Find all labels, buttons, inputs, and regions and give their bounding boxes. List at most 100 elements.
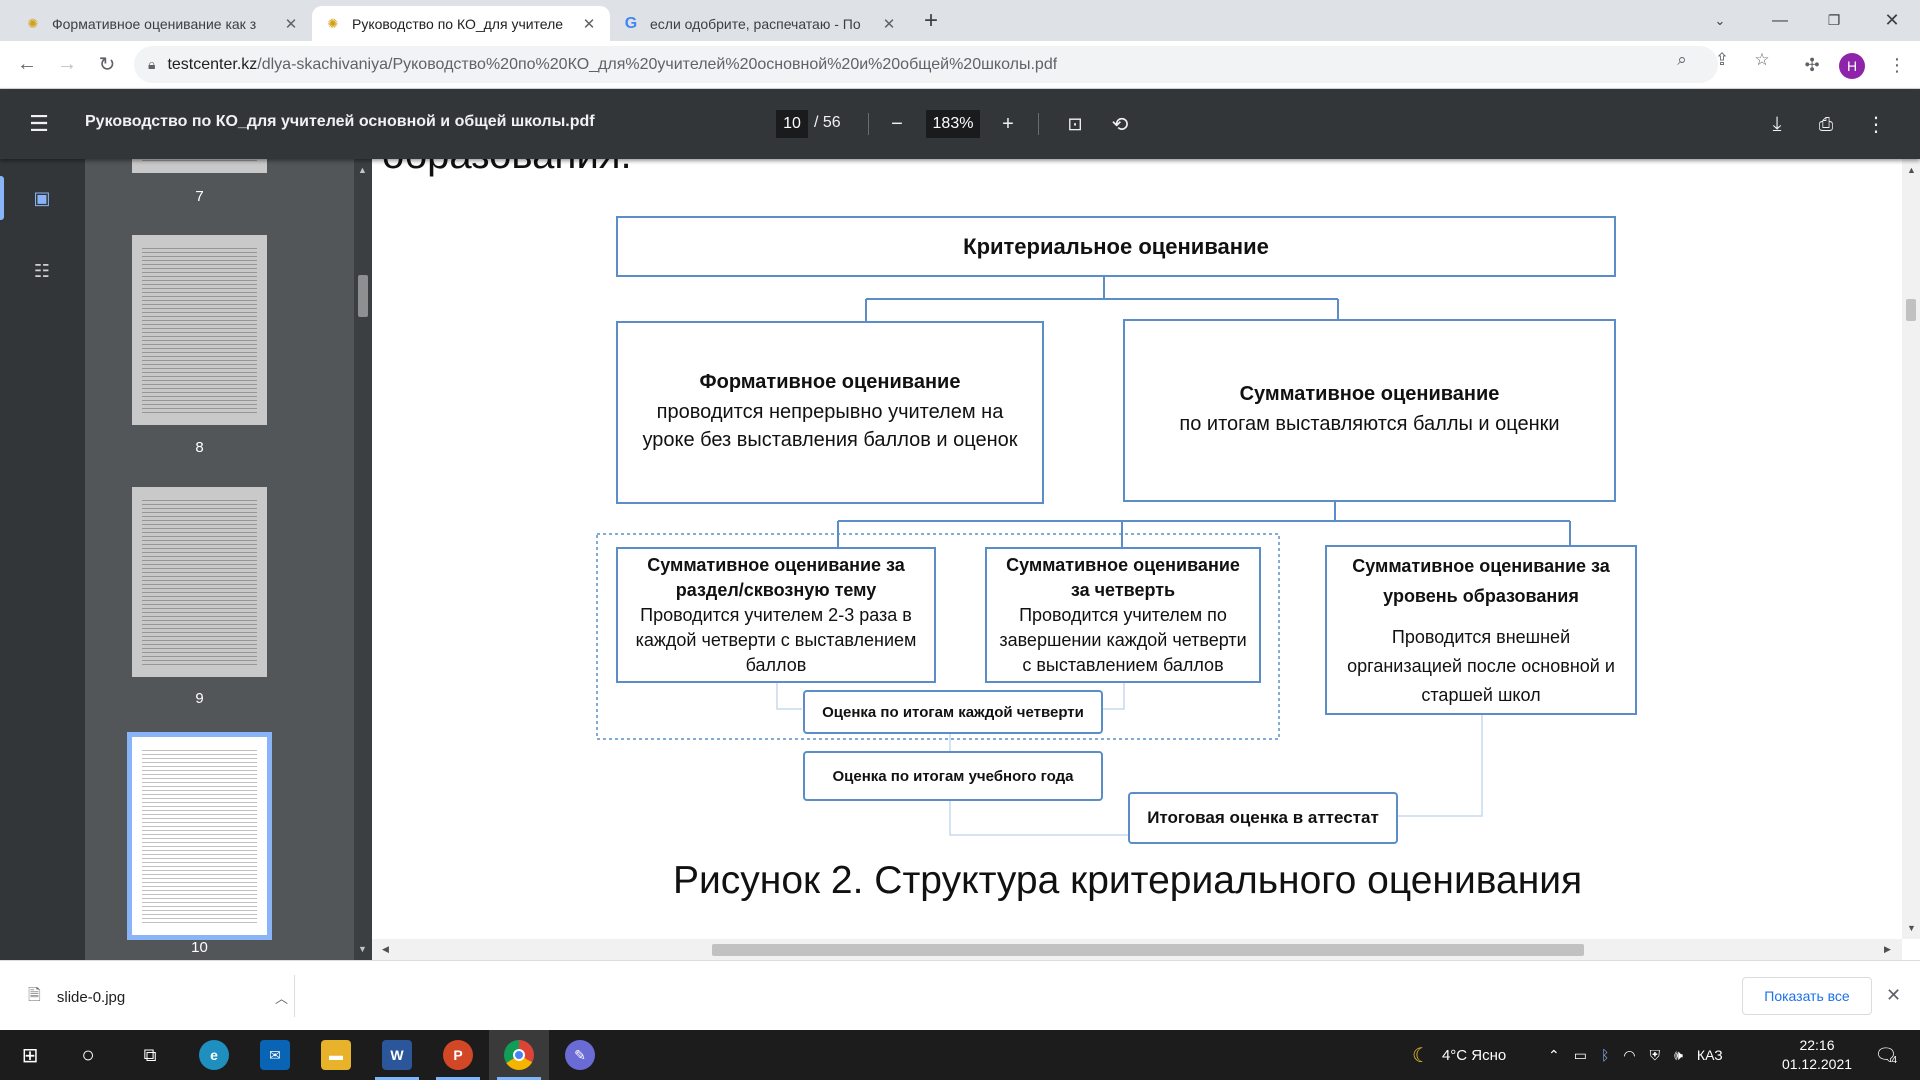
tab-title: если одобрите, распечатаю - По [650,15,861,32]
word-app[interactable]: W [367,1030,427,1080]
close-window-button[interactable]: ✕ [1862,0,1920,41]
divider [1038,113,1039,135]
document-vertical-scrollbar[interactable]: ▲ ▼ [1902,159,1920,939]
bluetooth-icon[interactable]: ᛒ [1601,1047,1609,1063]
chrome-app[interactable] [489,1030,549,1080]
close-icon[interactable]: ✕ [880,15,898,33]
tab-formative[interactable]: ✺ Формативное оценивание как з ✕ [12,6,312,41]
sidebar-scrollbar[interactable]: ▲ ▼ [354,159,372,960]
outlook-app[interactable]: ✉ [245,1030,305,1080]
profile-avatar[interactable]: H [1839,53,1865,79]
thumbnail-page-number: 10 [191,939,208,956]
scrollbar-thumb[interactable] [1906,299,1916,321]
task-view-icon[interactable]: ⧉ [126,1030,174,1080]
zoom-in-icon[interactable]: + [994,110,1022,138]
thumbnail-sidebar: ▣ ☷ 7 8 9 10 [0,159,354,960]
moon-icon: ☾ [1412,1044,1430,1067]
back-arrow-icon[interactable]: ← [10,47,44,81]
download-icon[interactable]: ⤓ [1763,110,1791,138]
document-horizontal-scrollbar[interactable]: ◀ ▶ [372,939,1902,960]
powerpoint-app[interactable]: P [428,1030,488,1080]
file-icon: 🗎︎ [28,986,41,1004]
scrollbar-thumb[interactable] [712,944,1584,956]
sidebar-rail: ▣ ☷ [0,159,85,960]
scroll-right-icon[interactable]: ▶ [1884,944,1891,955]
close-icon[interactable]: ✕ [282,15,300,33]
scroll-down-icon[interactable]: ▼ [358,944,367,954]
share-icon[interactable]: ⇪ [1710,48,1734,72]
tab-search-chevron-icon[interactable]: ⌄ [1690,0,1750,41]
show-all-button[interactable]: Показать все [1742,977,1872,1015]
windows-start-icon[interactable]: ⊞ [6,1030,54,1080]
edge-app[interactable]: e [184,1030,244,1080]
wifi-icon[interactable]: ◠ [1623,1047,1635,1064]
fit-page-icon[interactable]: ⊡ [1061,110,1089,138]
browser-toolbar: ← → ↻ 🔒︎ testcenter.kz/dlya-skachivaniya… [0,41,1920,89]
page-number-input[interactable]: 10 [776,110,808,138]
more-options-icon[interactable]: ⋮ [1862,110,1890,138]
root-label: Критериальное оценивание [963,233,1269,259]
scroll-down-icon[interactable]: ▼ [1907,923,1916,933]
edge-icon: e [199,1040,229,1070]
thumbnail-page-number: 9 [195,690,204,707]
download-item[interactable]: 🗎︎ slide-0.jpg ︿ [28,979,288,1015]
mail-icon: ✉ [260,1040,290,1070]
google-icon: G [624,14,638,32]
page-thumbnail-9[interactable] [132,487,267,677]
chevron-up-icon[interactable]: ︿ [275,988,288,1007]
close-icon[interactable]: ✕ [580,15,598,33]
page-thumbnail-8[interactable] [132,235,267,425]
bookmark-star-icon[interactable]: ☆ [1750,48,1774,72]
scroll-up-icon[interactable]: ▲ [1907,165,1916,175]
battery-icon[interactable]: ▭ [1574,1047,1587,1064]
page-thumbnail-7[interactable] [132,159,267,173]
extensions-icon[interactable]: ✣ [1795,48,1829,82]
minimize-button[interactable]: — [1750,0,1810,41]
chevron-up-icon[interactable]: ⌃ [1548,1047,1560,1064]
weather-text: 4°C Ясно [1441,1046,1507,1064]
zoom-icon[interactable]: ⌕ [1670,48,1694,72]
rotate-icon[interactable]: ⟲ [1106,110,1134,138]
restore-button[interactable]: ❐ [1804,0,1864,41]
outline-icon[interactable]: ☷ [22,251,62,291]
thumbnails-icon[interactable]: ▣ [22,178,62,218]
pdf-page: образования. Критериальное оценивание Фо… [372,159,1902,939]
menu-icon[interactable]: ☰ [26,111,52,137]
more-menu-icon[interactable]: ⋮ [1880,48,1914,82]
formative-box: Формативное оценивание проводится непрер… [616,321,1044,504]
palette-icon: ✎ [565,1040,595,1070]
thumbnail-content [142,497,257,667]
lock-icon[interactable]: 🔒︎ [148,56,155,73]
file-explorer-app[interactable]: ▬ [306,1030,366,1080]
close-icon[interactable]: ✕ [1886,985,1901,1006]
new-tab-button[interactable]: + [917,7,945,35]
zoom-out-icon[interactable]: − [883,110,911,138]
paint-app[interactable]: ✎ [550,1030,610,1080]
scroll-left-icon[interactable]: ◀ [382,944,389,955]
security-shield-icon[interactable]: ⛨ [1650,1047,1661,1064]
reload-icon[interactable]: ↻ [90,47,124,81]
search-circle-icon[interactable]: ○ [64,1030,112,1080]
system-clock[interactable]: 22:16 01.12.2021 [1780,1036,1854,1074]
scrollbar-thumb[interactable] [358,275,368,317]
tab-google[interactable]: G если одобрите, распечатаю - По ✕ [610,6,910,41]
scroll-up-icon[interactable]: ▲ [358,165,367,175]
kazakh-emblem-icon: ✺ [327,15,339,31]
input-language[interactable]: КАЗ [1697,1047,1723,1063]
weather-widget[interactable]: ☾ 4°C Ясно [1412,1030,1506,1080]
print-icon[interactable]: ⎙ [1812,110,1840,138]
address-bar[interactable]: 🔒︎ testcenter.kz/dlya-skachivaniya/Руков… [134,46,1718,83]
forward-arrow-icon[interactable]: → [50,47,84,81]
summative-section-title: Суммативное оценивание за раздел/сквозну… [647,554,905,600]
summative-quarter-desc: Проводится учителем по завершении каждой… [999,604,1247,675]
page-thumbnail-10[interactable] [127,732,272,940]
volume-icon[interactable]: 🕪︎ [1674,1047,1683,1064]
zoom-level-input[interactable]: 183% [926,110,980,138]
tab-guide-pdf[interactable]: ✺ Руководство по КО_для учителе ✕ [312,6,610,41]
kazakh-emblem-icon: ✺ [27,15,39,31]
summative-section-desc: Проводится учителем 2-3 раза в каждой че… [635,604,917,675]
thumbnail-content [142,245,257,415]
notification-center-icon[interactable]: 🗨︎ 4 [1872,1042,1900,1068]
url-text[interactable]: testcenter.kz/dlya-skachivaniya/Руководс… [167,56,1057,74]
url-path: /dlya-skachivaniya/Руководство%20по%20КО… [257,55,1058,73]
